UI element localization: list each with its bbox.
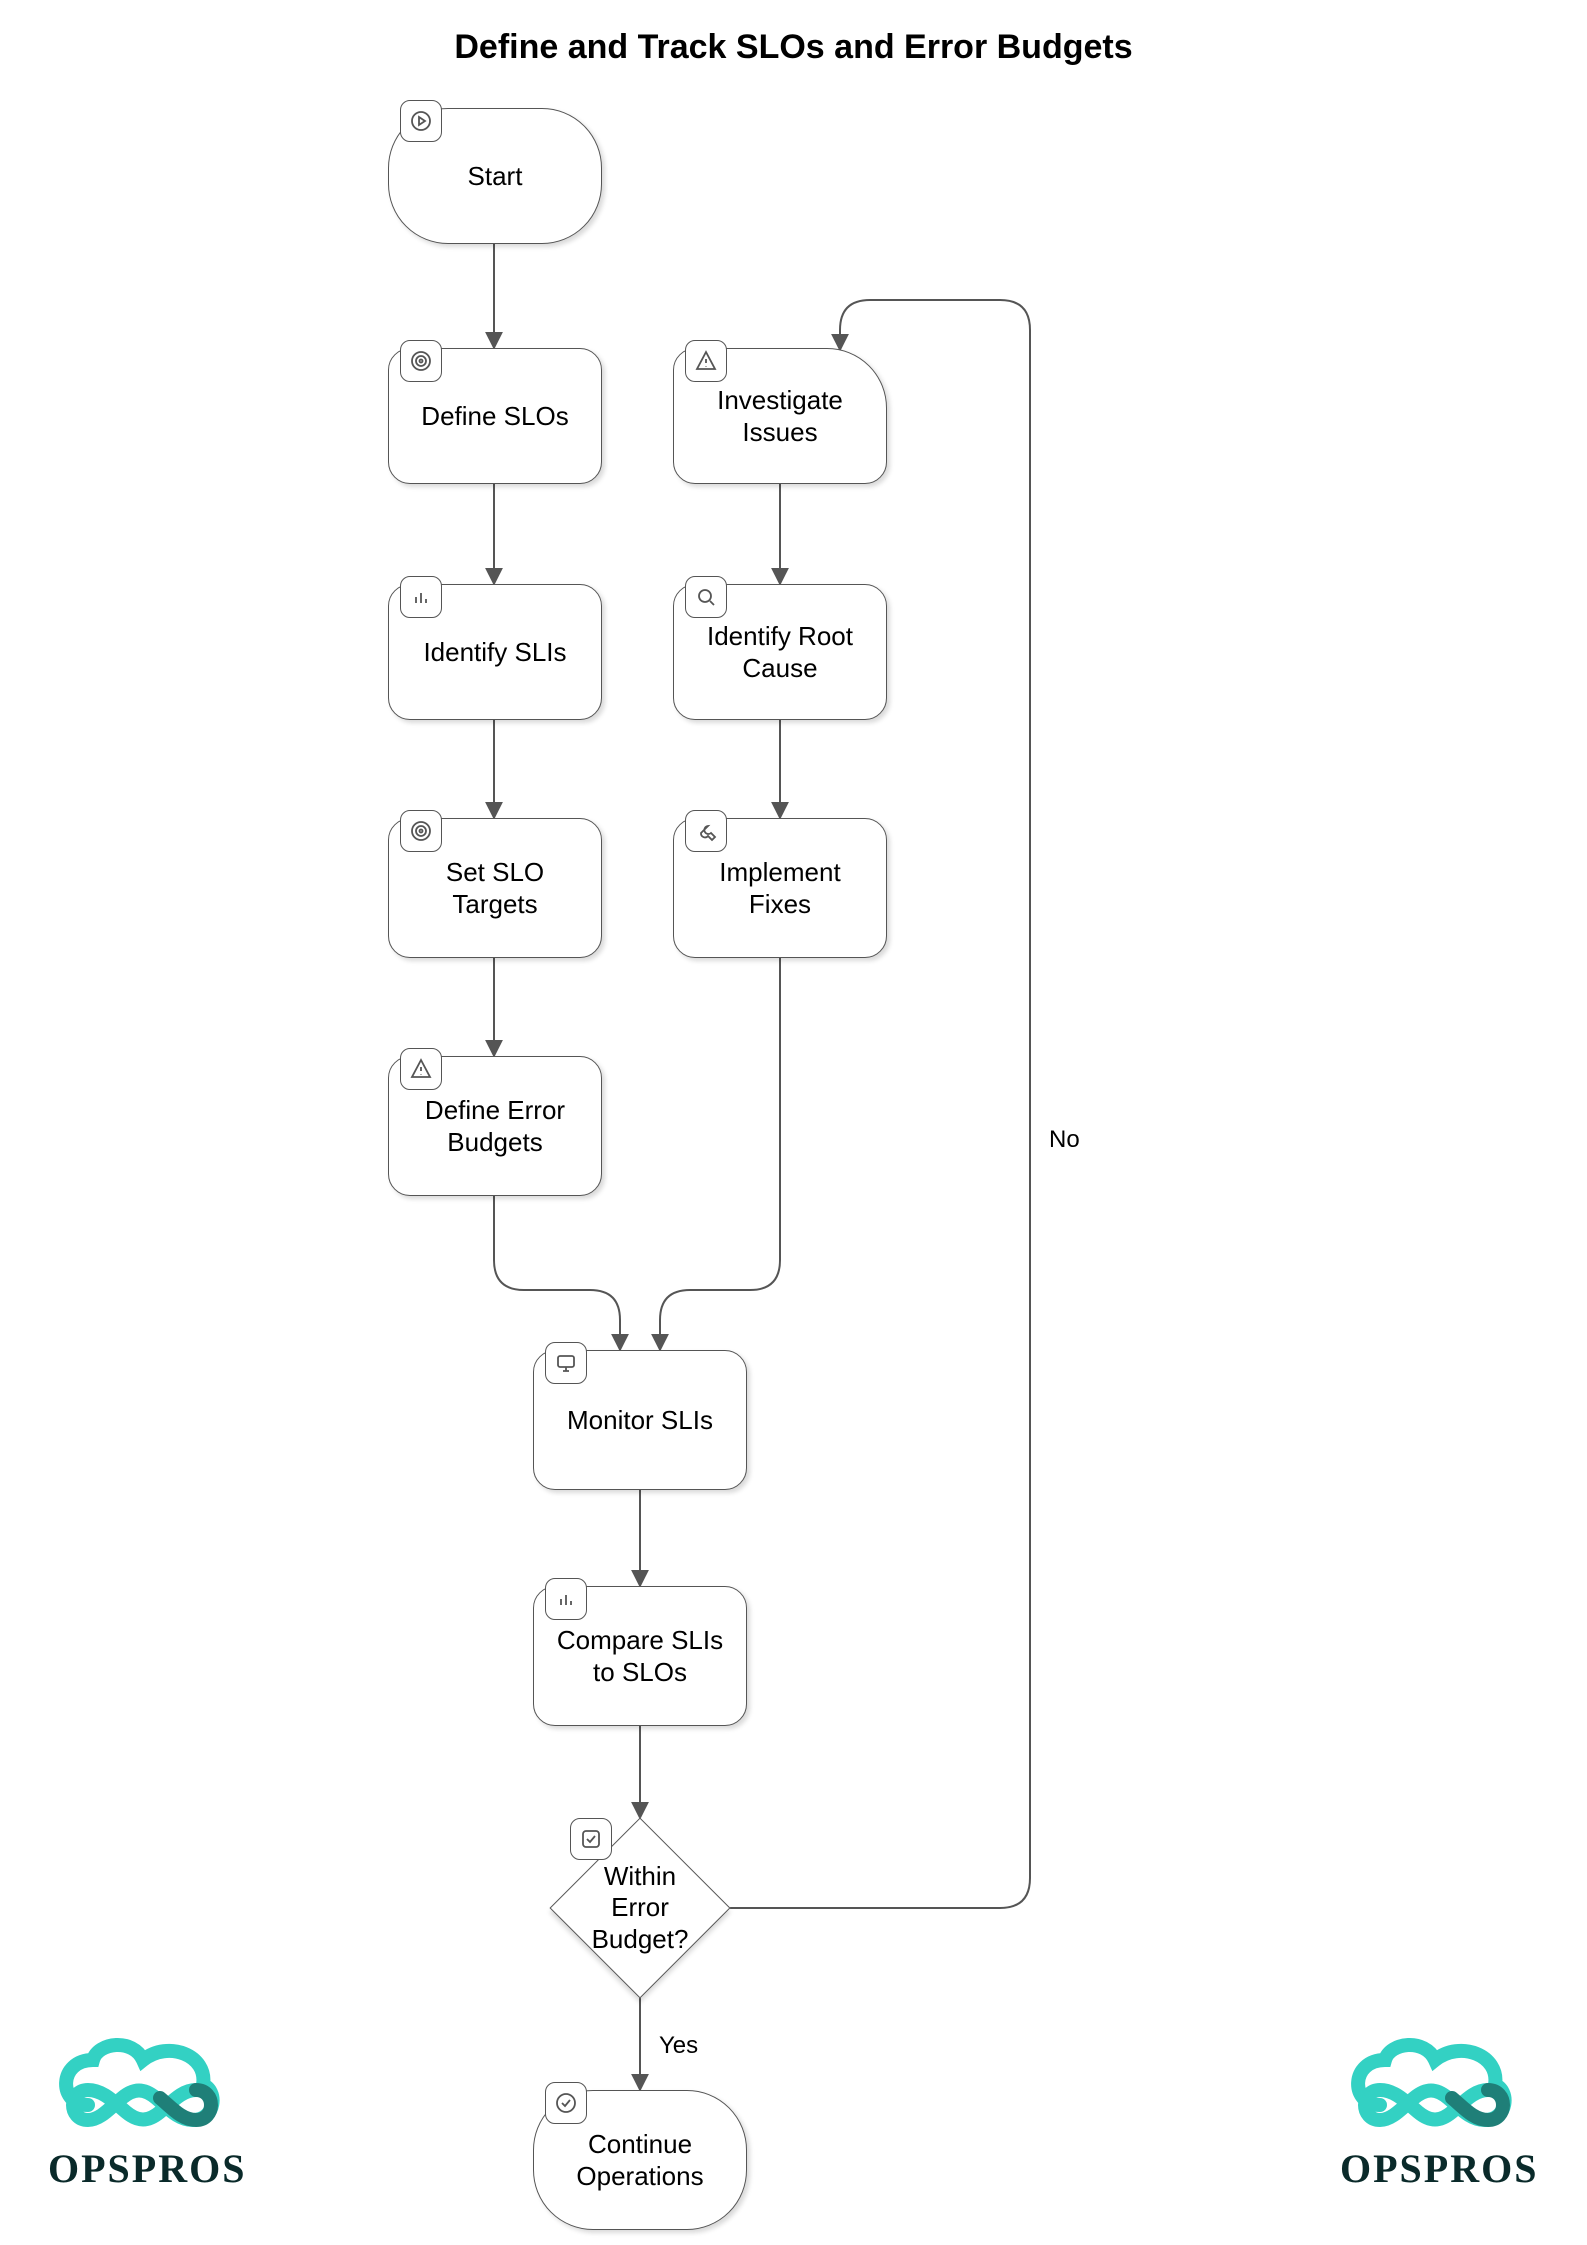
target-icon: [400, 810, 442, 852]
bar-chart-icon: [545, 1578, 587, 1620]
cloud-infinity-icon: [1340, 2030, 1520, 2140]
connectors: [0, 0, 1587, 2245]
play-icon: [400, 100, 442, 142]
node-label: Start: [468, 160, 523, 193]
brand-text: OPSPROS: [1340, 2145, 1560, 2192]
wrench-icon: [685, 810, 727, 852]
node-label: Continue Operations: [576, 2128, 703, 2193]
bar-chart-icon: [400, 576, 442, 618]
node-label: Identify SLIs: [423, 636, 566, 669]
node-label: Set SLO Targets: [446, 856, 544, 921]
brand-logo-left: OPSPROS: [48, 2030, 268, 2192]
node-label: Identify Root Cause: [707, 620, 853, 685]
node-label: Monitor SLIs: [567, 1404, 713, 1437]
check-square-icon: [570, 1818, 612, 1860]
target-icon: [400, 340, 442, 382]
check-circle-icon: [545, 2082, 587, 2124]
node-label: Compare SLIs to SLOs: [557, 1624, 723, 1689]
cloud-infinity-icon: [48, 2030, 228, 2140]
node-label: Implement Fixes: [719, 856, 840, 921]
edge-label-yes: Yes: [655, 2032, 702, 2060]
monitor-icon: [545, 1342, 587, 1384]
warning-icon: [685, 340, 727, 382]
edge-label-no: No: [1045, 1126, 1084, 1154]
node-label: Investigate Issues: [717, 384, 843, 449]
node-label: Define SLOs: [421, 400, 568, 433]
node-label: Within Error Budget?: [592, 1861, 689, 1955]
brand-text: OPSPROS: [48, 2145, 268, 2192]
search-icon: [685, 576, 727, 618]
warning-icon: [400, 1048, 442, 1090]
brand-logo-right: OPSPROS: [1340, 2030, 1560, 2192]
node-label: Define Error Budgets: [425, 1094, 565, 1159]
diagram-canvas: Define and Track SLOs and Error Budgets: [0, 0, 1587, 2245]
